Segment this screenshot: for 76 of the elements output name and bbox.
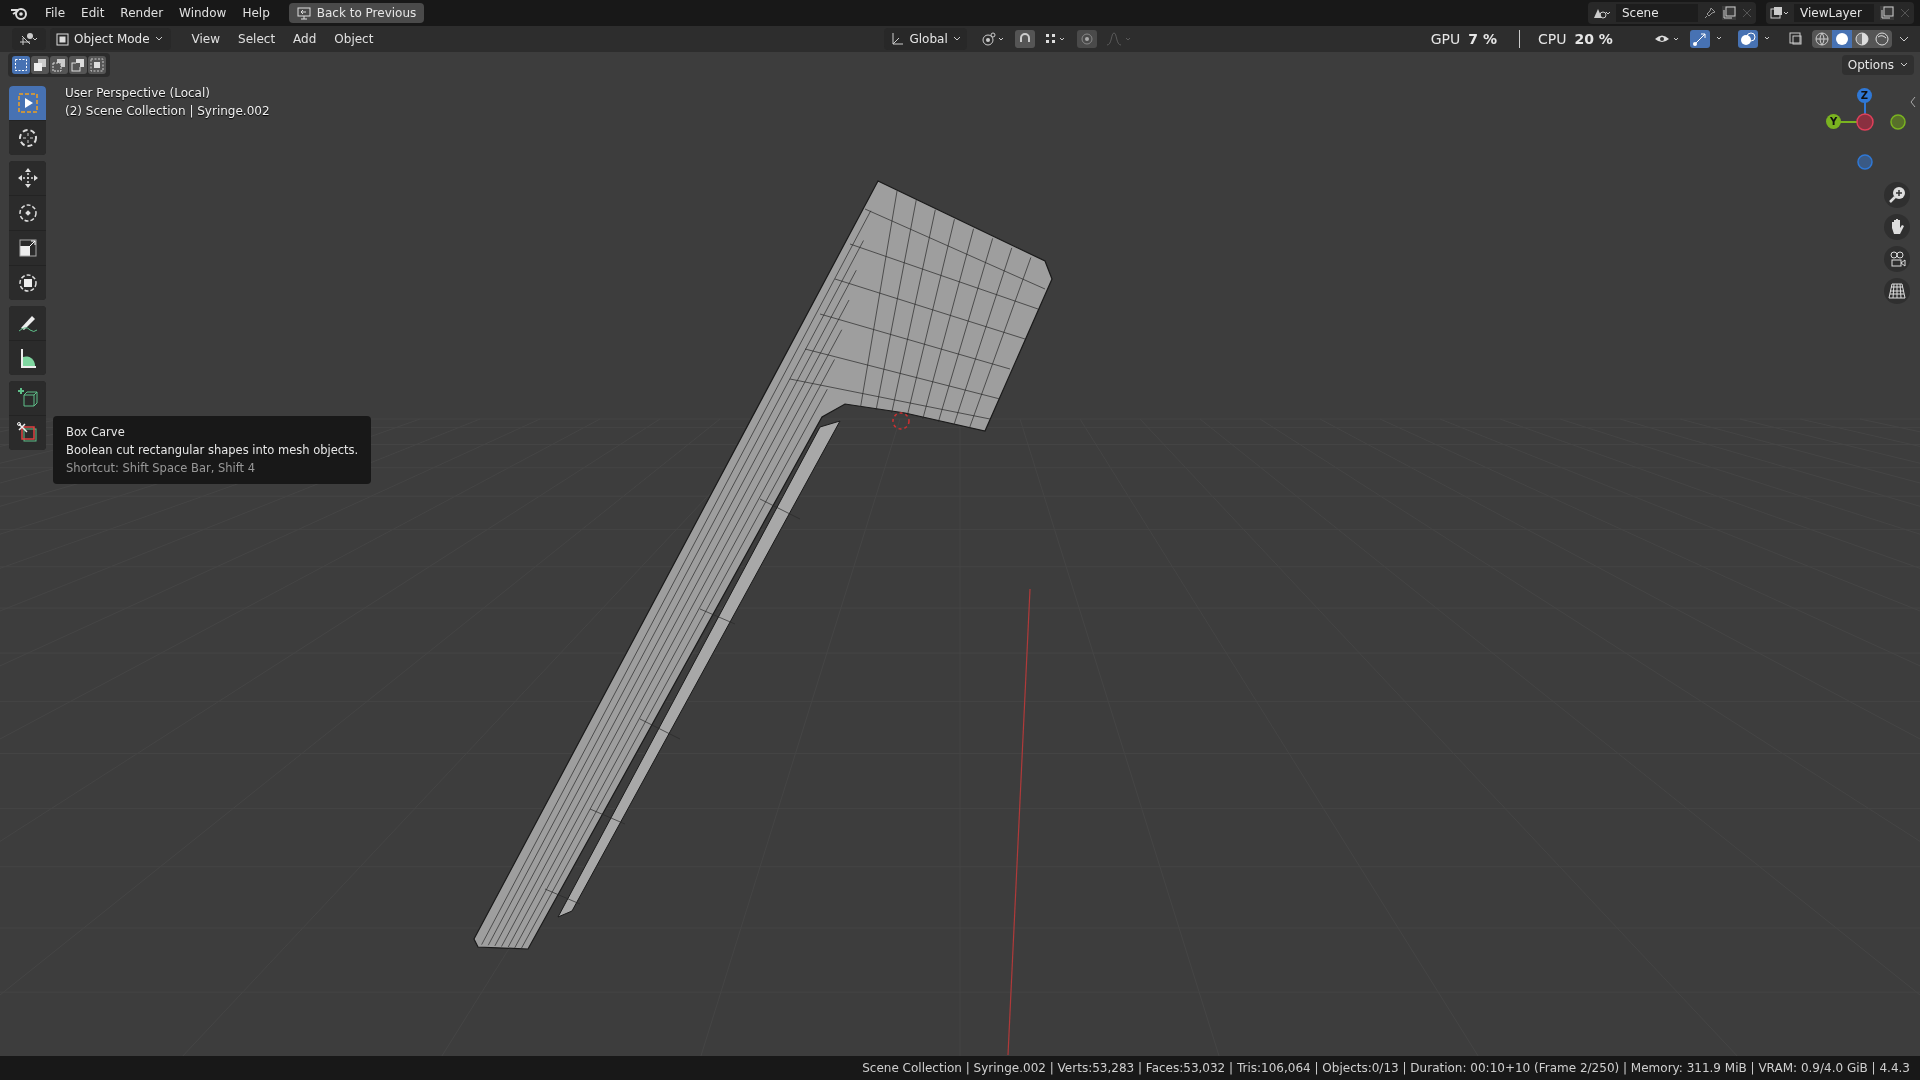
object-mode-dropdown[interactable]: Object Mode (50, 28, 171, 50)
duplicate-icon[interactable] (1880, 6, 1894, 20)
pin-icon[interactable] (1704, 7, 1716, 19)
menu-item[interactable]: View (184, 29, 228, 49)
menu-item[interactable]: File (38, 3, 73, 23)
select-mode-new-button[interactable] (12, 56, 30, 74)
screen-icon (296, 6, 311, 20)
menu-item[interactable]: Render (113, 3, 171, 23)
menu-item[interactable]: Add (286, 29, 324, 49)
select-mode-invert-button[interactable] (69, 56, 87, 74)
view-layer-selector[interactable]: ViewLayer (1766, 2, 1914, 24)
z-axis-label[interactable]: Z (1857, 88, 1872, 103)
select-mode-subtract-button[interactable] (50, 56, 68, 74)
chevron-left-icon[interactable] (1908, 94, 1918, 110)
object-square-icon (56, 32, 69, 46)
scale-tool[interactable] (9, 231, 46, 265)
viewport-info-text: User Perspective (Local) (65, 86, 211, 100)
orientation-dropdown[interactable]: Global (884, 28, 967, 50)
cursor-tool[interactable] (9, 121, 46, 155)
duplicate-icon[interactable] (1722, 6, 1736, 20)
menu-item[interactable]: Edit (74, 3, 112, 23)
scene-selector[interactable]: Scene (1588, 2, 1756, 24)
chevron-down-icon (1900, 62, 1908, 68)
stat-value: 20 % (1574, 31, 1613, 47)
add-cube-tool[interactable] (9, 381, 46, 415)
axis-icon (18, 32, 40, 46)
chevron-down-icon (154, 36, 163, 42)
camera-icon (1887, 249, 1907, 269)
select-box-tool[interactable] (9, 86, 46, 120)
pan-button[interactable] (1884, 214, 1910, 240)
y-axis-label[interactable]: Y (1826, 114, 1841, 129)
rotate-tool[interactable] (9, 196, 46, 230)
proportional-editing-icon[interactable] (1076, 30, 1097, 48)
shading-rendered-button[interactable] (1872, 30, 1892, 48)
measure-tool[interactable] (9, 341, 46, 375)
menu-item[interactable]: Window (172, 3, 234, 23)
orthographic-toggle-button[interactable] (1884, 278, 1910, 304)
menu-item[interactable]: Select (231, 29, 283, 49)
camera-view-button[interactable] (1884, 246, 1910, 272)
chevron-down-icon[interactable] (1898, 34, 1910, 44)
menu-item[interactable]: Object (327, 29, 381, 49)
back-to-previous-button[interactable]: Back to Previous (288, 3, 425, 23)
status-bar-text: Scene Collection | Syringe.002 | Verts:53,283 | Faces:53,032 | Tris:106,064 | Objects:0/13 | Duration: 00:10+10 (Frame 2/250) | Memory: 311.9 MiB | VRAM: 0.9/4.0 GiB | 4.4.3 (862, 1061, 1910, 1075)
scene-name[interactable]: Scene (1616, 4, 1698, 22)
select-mode-intersect-button[interactable] (88, 56, 106, 74)
options-dropdown[interactable]: Options (1841, 55, 1914, 75)
viewport-info-text: (2) Scene Collection | Syringe.002 (65, 104, 270, 118)
axes-icon (890, 32, 905, 46)
shading-solid-button[interactable] (1832, 30, 1852, 48)
chevron-down-icon (952, 36, 961, 42)
blender-logo-icon[interactable] (10, 5, 28, 21)
zoom-button[interactable] (1884, 182, 1910, 208)
editor-type-button[interactable] (12, 28, 46, 50)
3d-cursor-icon[interactable] (892, 412, 910, 430)
select-mode-extend-button[interactable] (31, 56, 49, 74)
scissors-cube-icon (15, 421, 40, 445)
tooltip-title: Box Carve (66, 425, 125, 439)
view-layer-name[interactable]: ViewLayer (1794, 4, 1874, 22)
stat-label: GPU (1430, 31, 1461, 47)
tooltip-description: Boolean cut rectangular shapes into mesh objects. (66, 443, 359, 457)
grid-icon (1887, 281, 1907, 301)
layers-icon (1770, 6, 1788, 20)
add-cube-icon (15, 386, 40, 410)
tooltip-shortcut: Shortcut: Shift Space Bar, Shift 4 (66, 461, 257, 475)
menu-item[interactable]: Help (235, 3, 277, 23)
snap-magnet-icon[interactable] (1014, 30, 1035, 48)
shading-material-button[interactable] (1852, 30, 1872, 48)
annotate-tool[interactable] (9, 306, 46, 340)
magnifier-icon (1887, 185, 1907, 205)
stat-label: CPU (1537, 31, 1567, 47)
stat-value: 7 % (1468, 31, 1497, 47)
transform-tool[interactable] (9, 266, 46, 300)
box-carve-tool[interactable] (9, 416, 46, 450)
syringe-mesh-drawing[interactable] (473, 180, 1053, 950)
move-tool[interactable] (9, 161, 46, 195)
shading-wireframe-button[interactable] (1812, 30, 1832, 48)
